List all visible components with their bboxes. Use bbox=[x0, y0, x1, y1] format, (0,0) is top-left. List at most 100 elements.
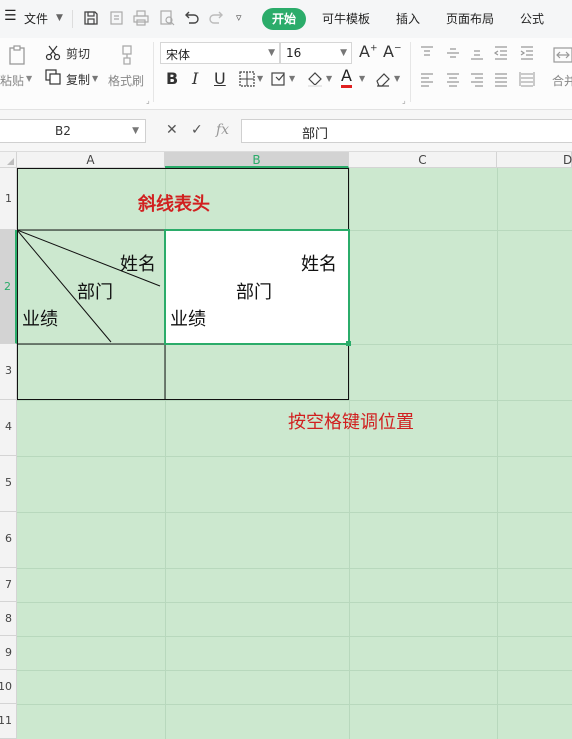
tab-insert[interactable]: 插入 bbox=[396, 10, 420, 27]
gridline bbox=[497, 168, 498, 739]
column-header-a[interactable]: A bbox=[17, 152, 165, 168]
row-header-5[interactable]: 5 bbox=[0, 456, 17, 512]
divider bbox=[72, 10, 73, 28]
row-header-4[interactable]: 4 bbox=[0, 400, 17, 456]
gridline bbox=[17, 400, 572, 401]
chevron-down-icon[interactable]: ▼ bbox=[326, 74, 332, 83]
chevron-down-icon[interactable]: ▼ bbox=[92, 74, 98, 83]
dialog-launcher-icon[interactable]: ⌟ bbox=[402, 96, 406, 105]
font-shrink-icon[interactable]: A− bbox=[383, 42, 402, 61]
cell-a2-dept[interactable]: 部门 bbox=[77, 278, 113, 304]
chevron-down-icon[interactable]: ▼ bbox=[289, 74, 295, 83]
row-header-1[interactable]: 1 bbox=[0, 168, 17, 230]
tab-formulas[interactable]: 公式 bbox=[520, 10, 544, 27]
font-color-icon[interactable]: A bbox=[341, 67, 352, 88]
ribbon: 粘贴 ▼ 剪切 复制 ▼ 格式刷 宋体 ▼ 16 ▼ A+ A− B I U ▼ ▼… bbox=[0, 38, 572, 110]
sheet-title[interactable]: 斜线表头 bbox=[138, 190, 210, 216]
align-right-icon[interactable] bbox=[468, 70, 486, 88]
align-center-icon[interactable] bbox=[444, 70, 462, 88]
chevron-down-icon[interactable]: ▼ bbox=[257, 74, 263, 83]
format-painter-button[interactable]: 格式刷 bbox=[108, 72, 144, 89]
merge-cells-icon[interactable] bbox=[552, 44, 572, 66]
export-icon[interactable] bbox=[108, 9, 126, 27]
row-header-8[interactable]: 8 bbox=[0, 602, 17, 636]
font-grow-icon[interactable]: A+ bbox=[359, 42, 378, 61]
paste-button[interactable]: 粘贴 bbox=[0, 72, 24, 89]
gridline bbox=[17, 670, 572, 671]
italic-icon[interactable]: I bbox=[192, 69, 198, 88]
row-header-2[interactable]: 2 bbox=[0, 230, 17, 344]
cell-style-icon[interactable] bbox=[270, 70, 288, 88]
distributed-icon[interactable] bbox=[518, 70, 536, 88]
underline-icon[interactable]: U bbox=[214, 69, 226, 88]
font-size-select[interactable]: 16 ▼ bbox=[280, 42, 352, 64]
column-header-c[interactable]: C bbox=[349, 152, 497, 168]
cut-button[interactable]: 剪切 bbox=[66, 45, 90, 62]
formula-input[interactable]: 部门 bbox=[241, 119, 572, 143]
cell-a2-perf[interactable]: 业绩 bbox=[22, 305, 58, 331]
chevron-down-icon[interactable]: ▼ bbox=[394, 74, 400, 83]
cell-b2-dept[interactable]: 部门 bbox=[236, 278, 272, 304]
scissors-icon bbox=[44, 44, 62, 62]
row-header-11[interactable]: 11 bbox=[0, 704, 17, 739]
quick-access-more-icon[interactable]: ▿ bbox=[236, 11, 242, 24]
chevron-down-icon: ▼ bbox=[268, 48, 275, 58]
copy-button[interactable]: 复制 bbox=[66, 71, 90, 88]
gridline bbox=[17, 568, 572, 569]
print-icon[interactable] bbox=[132, 9, 150, 27]
borders-icon[interactable] bbox=[238, 70, 256, 88]
font-name-select[interactable]: 宋体 ▼ bbox=[160, 42, 280, 64]
file-menu[interactable]: 文件 bbox=[24, 10, 48, 27]
cell-a2-name[interactable]: 姓名 bbox=[120, 250, 156, 276]
print-preview-icon[interactable] bbox=[158, 9, 176, 27]
align-middle-icon[interactable] bbox=[444, 44, 462, 62]
dialog-launcher-icon[interactable]: ⌟ bbox=[146, 96, 150, 105]
row-header-3[interactable]: 3 bbox=[0, 344, 17, 400]
tab-home[interactable]: 开始 bbox=[262, 8, 306, 30]
gridline bbox=[17, 602, 572, 603]
gridline bbox=[17, 704, 572, 705]
gridline bbox=[349, 168, 350, 739]
row-header-6[interactable]: 6 bbox=[0, 512, 17, 568]
instruction-note[interactable]: 按空格键调位置 bbox=[288, 408, 414, 434]
tab-page-layout[interactable]: 页面布局 bbox=[446, 10, 494, 27]
merge-button[interactable]: 合并 bbox=[552, 72, 572, 89]
decrease-indent-icon[interactable] bbox=[492, 44, 510, 62]
cell-b2-name[interactable]: 姓名 bbox=[301, 250, 337, 276]
column-header-b[interactable]: B bbox=[165, 152, 349, 168]
chevron-down-icon[interactable]: ▼ bbox=[26, 74, 32, 83]
sheet-grid[interactable]: 斜线表头 姓名 部门 业绩 姓名 部门 业绩 按空格键调位置 bbox=[17, 168, 572, 739]
align-top-icon[interactable] bbox=[418, 44, 436, 62]
insert-function-icon[interactable]: fx bbox=[216, 122, 229, 138]
divider bbox=[153, 42, 154, 102]
paste-icon[interactable] bbox=[6, 44, 28, 66]
chevron-down-icon[interactable]: ▼ bbox=[56, 13, 63, 23]
column-header-d[interactable]: D bbox=[497, 152, 572, 168]
row-header-10[interactable]: 10 bbox=[0, 670, 17, 704]
chevron-down-icon[interactable]: ▼ bbox=[359, 74, 365, 83]
divider bbox=[410, 42, 411, 102]
bold-icon[interactable]: B bbox=[166, 69, 178, 88]
confirm-icon[interactable]: ✓ bbox=[191, 122, 203, 138]
name-box[interactable]: B2 ▼ bbox=[0, 119, 146, 143]
redo-icon[interactable] bbox=[208, 9, 226, 27]
increase-indent-icon[interactable] bbox=[518, 44, 536, 62]
gridline bbox=[17, 456, 572, 457]
format-painter-icon[interactable] bbox=[116, 44, 138, 66]
justify-icon[interactable] bbox=[492, 70, 510, 88]
fill-color-icon[interactable] bbox=[306, 70, 324, 88]
hamburger-icon[interactable]: ☰ bbox=[4, 8, 17, 24]
row-header-9[interactable]: 9 bbox=[0, 636, 17, 670]
tab-templates[interactable]: 可牛模板 bbox=[322, 10, 370, 27]
gridline bbox=[17, 636, 572, 637]
chevron-down-icon: ▼ bbox=[340, 48, 347, 58]
align-bottom-icon[interactable] bbox=[468, 44, 486, 62]
undo-icon[interactable] bbox=[182, 9, 200, 27]
eraser-icon[interactable] bbox=[374, 70, 392, 88]
save-icon[interactable] bbox=[82, 9, 100, 27]
cancel-icon[interactable]: ✕ bbox=[166, 122, 178, 138]
align-left-icon[interactable] bbox=[418, 70, 436, 88]
row-header-7[interactable]: 7 bbox=[0, 568, 17, 602]
cell-b2-perf[interactable]: 业绩 bbox=[170, 305, 206, 331]
select-all-button[interactable] bbox=[0, 152, 17, 168]
